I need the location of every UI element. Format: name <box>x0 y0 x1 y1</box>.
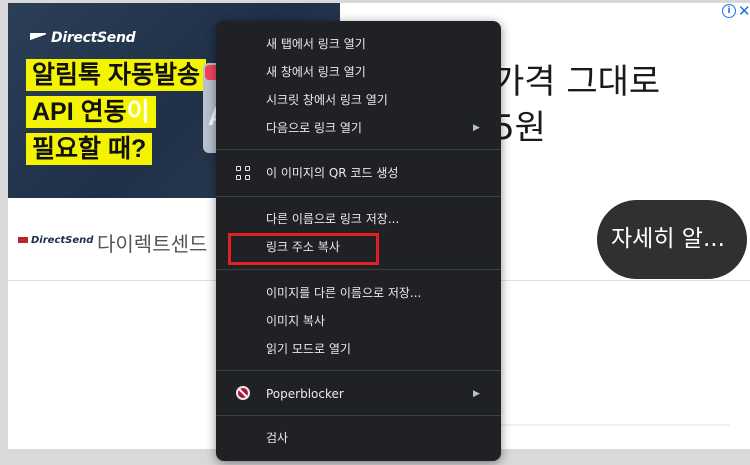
menu-item-save-image-as[interactable]: 이미지를 다른 이름으로 저장... <box>216 279 501 307</box>
menu-item-open-new-tab[interactable]: 새 탭에서 링크 열기 <box>216 30 501 58</box>
menu-separator <box>216 415 501 416</box>
advertiser-name[interactable]: 다이렉트센드 <box>97 228 207 257</box>
submenu-arrow-icon: ▶ <box>473 389 480 399</box>
learn-more-button[interactable]: 자세히 알... <box>597 200 747 279</box>
menu-item-label: 새 창에서 링크 열기 <box>266 65 366 79</box>
menu-item-label: 새 탭에서 링크 열기 <box>266 37 366 51</box>
directsend-logo-text: DirectSend <box>51 30 136 46</box>
directsend-logo: DirectSend <box>30 30 136 46</box>
menu-item-label: 시크릿 창에서 링크 열기 <box>266 93 388 107</box>
menu-item-label: 검사 <box>266 431 289 445</box>
advertiser-logo-text: DirectSend <box>31 235 94 246</box>
advertiser-logo[interactable]: DirectSend <box>18 235 93 246</box>
headline-line-2-highlight: API 연동 <box>32 98 127 126</box>
menu-item-open-incognito[interactable]: 시크릿 창에서 링크 열기 <box>216 86 501 114</box>
menu-item-label: 이미지를 다른 이름으로 저장... <box>266 286 422 300</box>
menu-item-open-reading-mode[interactable]: 읽기 모드로 열기 <box>216 335 501 363</box>
headline-line-1: 알림톡 자동발송 <box>26 59 206 91</box>
copy-link-highlight-box <box>228 233 379 265</box>
menu-item-label: 읽기 모드로 열기 <box>266 342 351 356</box>
menu-item-label: 다음으로 링크 열기 <box>266 121 362 135</box>
menu-item-inspect[interactable]: 검사 <box>216 424 501 452</box>
menu-separator <box>216 269 501 270</box>
headline-line-3: 필요할 때? <box>26 133 153 165</box>
menu-item-label: 이미지 복사 <box>266 314 326 328</box>
poperblocker-icon <box>236 386 250 400</box>
menu-item-create-qr-code[interactable]: 이 이미지의 QR 코드 생성 <box>216 159 501 187</box>
headline-line-2: API 연동이 <box>26 96 156 128</box>
menu-item-save-link-as[interactable]: 다른 이름으로 링크 저장... <box>216 205 501 233</box>
directsend-logo-mark-icon <box>30 33 46 43</box>
ad-info-icon[interactable]: i <box>722 4 736 18</box>
menu-separator <box>216 196 501 197</box>
menu-separator <box>216 370 501 371</box>
headline-line-2-suffix: 이 <box>126 98 150 126</box>
menu-item-label: 이 이미지의 QR 코드 생성 <box>266 166 399 180</box>
submenu-arrow-icon: ▶ <box>473 123 480 133</box>
ad-close-icon[interactable]: ✕ <box>738 2 750 20</box>
menu-item-label: Poperblocker <box>266 387 344 401</box>
menu-item-copy-image[interactable]: 이미지 복사 <box>216 307 501 335</box>
qr-code-icon <box>236 166 250 180</box>
menu-item-label: 다른 이름으로 링크 저장... <box>266 212 400 226</box>
menu-item-open-new-window[interactable]: 새 창에서 링크 열기 <box>216 58 501 86</box>
advertiser-logo-mark-icon <box>18 237 28 243</box>
faint-line <box>500 424 730 426</box>
ad-big-text-line-1: 가격 그대로 <box>493 62 661 102</box>
menu-item-open-link-as[interactable]: 다음으로 링크 열기 ▶ <box>216 114 501 142</box>
menu-item-poperblocker[interactable]: Poperblocker ▶ <box>216 380 501 408</box>
menu-separator <box>216 149 501 150</box>
